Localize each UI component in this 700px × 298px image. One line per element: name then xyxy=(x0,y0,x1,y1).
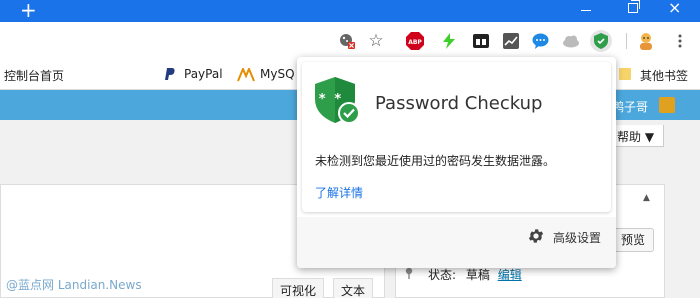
close-window-button[interactable]: × xyxy=(668,0,681,18)
minimize-button[interactable] xyxy=(581,10,591,11)
tab-visual[interactable]: 可视化 xyxy=(272,278,325,298)
mysql-icon xyxy=(237,66,255,85)
browser-toolbar: ☆ ABP xyxy=(0,22,700,60)
popup-title: Password Checkup xyxy=(375,93,543,114)
learn-more-link[interactable]: 了解详情 xyxy=(315,184,363,201)
bookmark-paypal[interactable]: PayPal xyxy=(184,67,223,81)
svg-text:* *: * * xyxy=(318,92,342,107)
status-value: 草稿 xyxy=(465,268,490,282)
preview-button[interactable]: 预览 xyxy=(612,228,654,252)
bookmark-dashboard-home[interactable]: 控制台首页 xyxy=(4,67,64,84)
status-row: 状态: 草稿 编辑 xyxy=(428,266,522,283)
shield-icon: * * xyxy=(315,77,360,124)
popup-message: 未检测到您最近使用过的密码发生数据泄露。 xyxy=(315,154,556,168)
maximize-button[interactable] xyxy=(628,0,640,13)
toolbar-separator xyxy=(626,33,627,49)
status-label: 状态: xyxy=(428,268,457,282)
chat-extension-icon[interactable] xyxy=(531,32,549,50)
paypal-icon xyxy=(165,68,175,84)
bookmark-other[interactable]: 其他书签 xyxy=(640,67,688,84)
bookmark-mysql[interactable]: MySQ xyxy=(260,67,295,81)
adblock-plus-icon[interactable]: ABP xyxy=(406,32,424,50)
collapse-arrow-icon[interactable]: ▲ xyxy=(643,193,650,203)
password-checkup-icon[interactable] xyxy=(590,30,612,52)
tab-extension-icon[interactable] xyxy=(472,32,490,50)
pin-icon xyxy=(405,267,413,279)
status-edit-link[interactable]: 编辑 xyxy=(498,268,522,282)
cookie-blocked-icon[interactable] xyxy=(338,32,356,50)
folder-icon xyxy=(619,68,631,80)
weather-cloud-icon[interactable] xyxy=(562,32,580,50)
browser-title-bar: + × xyxy=(0,0,700,22)
menu-kebab-icon[interactable] xyxy=(671,32,689,50)
avatar[interactable] xyxy=(659,97,675,113)
chart-extension-icon[interactable] xyxy=(502,32,520,50)
gear-icon[interactable] xyxy=(527,227,545,245)
bookmark-star-icon[interactable]: ☆ xyxy=(367,31,385,51)
password-checkup-popup: * * Password Checkup 未检测到您最近使用过的密码发生数据泄露… xyxy=(297,57,616,268)
new-tab-button[interactable]: + xyxy=(20,0,37,21)
bolt-icon[interactable] xyxy=(440,32,458,50)
tab-text[interactable]: 文本 xyxy=(333,278,374,298)
watermark: @蓝点网 Landian.News xyxy=(6,278,142,292)
svg-text:ABP: ABP xyxy=(408,39,422,46)
help-button[interactable]: 帮助 ▼ xyxy=(610,125,664,147)
profile-avatar-icon[interactable] xyxy=(637,32,655,50)
advanced-settings-link[interactable]: 高级设置 xyxy=(553,229,601,246)
admin-user-name[interactable]: 鸭子哥 xyxy=(612,98,648,115)
popup-card: * * Password Checkup 未检测到您最近使用过的密码发生数据泄露… xyxy=(302,62,611,212)
